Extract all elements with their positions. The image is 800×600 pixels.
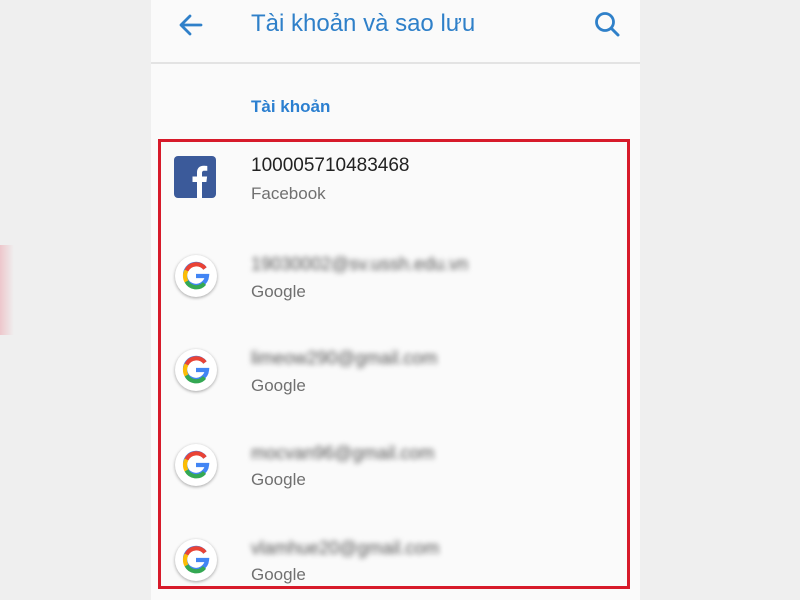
- account-item-google[interactable]: limeow290@gmail.com Google: [151, 333, 640, 413]
- account-name: 19030002@sv.ussh.edu.vn: [251, 254, 469, 274]
- account-name: 100005710483468: [251, 155, 410, 176]
- account-type: Facebook: [251, 184, 326, 203]
- account-item-google[interactable]: vlamhue20@gmail.com Google: [151, 523, 640, 600]
- page-title: Tài khoản và sao lưu: [251, 10, 476, 37]
- account-name: vlamhue20@gmail.com: [251, 538, 440, 558]
- account-name: limeow290@gmail.com: [251, 348, 438, 368]
- account-type: Google: [251, 282, 306, 301]
- section-title-accounts: Tài khoản: [251, 97, 331, 116]
- account-type: Google: [251, 470, 306, 489]
- account-item-facebook[interactable]: 100005710483468 Facebook: [151, 140, 640, 220]
- account-name: mocvan96@gmail.com: [251, 443, 435, 463]
- account-type: Google: [251, 565, 306, 584]
- background-tint: [0, 245, 14, 335]
- google-icon: [175, 444, 217, 486]
- account-item-google[interactable]: 19030002@sv.ussh.edu.vn Google: [151, 238, 640, 318]
- search-icon: [595, 12, 620, 37]
- search-button[interactable]: [591, 9, 623, 41]
- account-item-google[interactable]: mocvan96@gmail.com Google: [151, 428, 640, 508]
- app-bar: Tài khoản và sao lưu: [151, 0, 640, 64]
- google-icon: [175, 349, 217, 391]
- facebook-icon: [174, 156, 216, 198]
- account-type: Google: [251, 376, 306, 395]
- back-button[interactable]: [175, 9, 207, 41]
- google-icon: [175, 539, 217, 581]
- google-icon: [175, 255, 217, 297]
- phone-screen: Tài khoản và sao lưu Tài khoản 100005710…: [151, 0, 640, 600]
- arrow-left-icon: [179, 14, 203, 36]
